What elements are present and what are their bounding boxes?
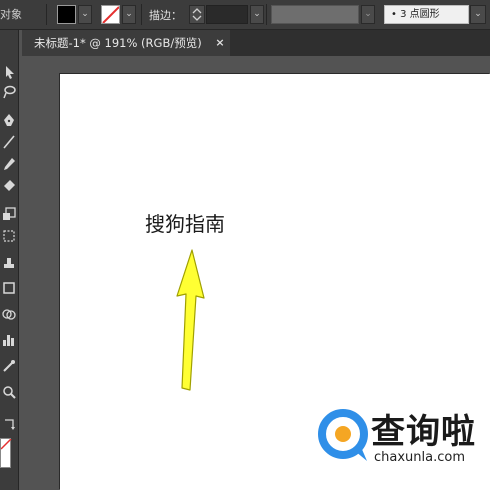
tools-panel	[0, 30, 19, 490]
divider	[46, 4, 47, 25]
variable-width-profile[interactable]	[271, 5, 359, 24]
object-label: 对象	[0, 8, 22, 21]
stroke-weight-stepper[interactable]	[189, 5, 205, 24]
symbol-sprayer-icon[interactable]	[1, 254, 17, 270]
chevron-down-icon: ⌄	[125, 9, 133, 19]
stroke-weight-input[interactable]	[206, 5, 248, 24]
stroke-weight-dropdown[interactable]: ⌄	[250, 5, 264, 24]
fill-stroke-swatch[interactable]	[0, 438, 12, 468]
direct-selection-icon[interactable]	[1, 64, 17, 80]
free-transform-icon[interactable]	[1, 228, 17, 244]
stroke-label[interactable]: 描边：	[149, 7, 182, 23]
artboard-text[interactable]: 搜狗指南	[145, 208, 225, 237]
stroke-color-swatch[interactable]	[101, 5, 120, 24]
chevron-down-icon: ⌄	[253, 9, 261, 19]
eraser-icon[interactable]	[1, 178, 17, 194]
scale-icon[interactable]	[1, 206, 17, 222]
watermark-brand: 查询啦	[371, 412, 476, 452]
brush-definition-dropdown[interactable]: ⌄	[470, 5, 486, 24]
variable-width-dropdown[interactable]: ⌄	[361, 5, 375, 24]
watermark-url: chaxunla.com	[374, 450, 465, 465]
rectangle-icon[interactable]	[1, 280, 17, 296]
yellow-arrow[interactable]	[168, 246, 218, 396]
chevron-down-icon: ⌄	[364, 9, 372, 19]
stroke-dropdown-button[interactable]: ⌄	[122, 5, 136, 24]
fill-dropdown-button[interactable]: ⌄	[78, 5, 92, 24]
none-slash-icon	[0, 438, 12, 450]
column-graph-icon[interactable]	[1, 332, 17, 348]
close-icon[interactable]: ×	[214, 30, 226, 56]
pen-icon[interactable]	[1, 112, 17, 128]
divider	[141, 4, 142, 25]
eyedropper-icon[interactable]	[1, 358, 17, 374]
divider	[266, 4, 267, 25]
chevron-down-icon: ⌄	[474, 9, 482, 19]
swap-colors-icon[interactable]	[1, 416, 17, 432]
shape-builder-icon[interactable]	[1, 306, 17, 322]
stepper-arrows-icon	[192, 8, 202, 21]
document-tab-title: 未标题-1* @ 191% (RGB/预览)	[34, 36, 202, 50]
control-bar: 对象 ⌄ ⌄ 描边： ⌄ ⌄ • 3 点圆形 ⌄	[0, 0, 490, 30]
lasso-icon[interactable]	[1, 84, 17, 100]
pencil-icon[interactable]	[1, 156, 17, 172]
document-tab[interactable]: 未标题-1* @ 191% (RGB/预览) ×	[22, 30, 230, 56]
document-tab-bar: 未标题-1* @ 191% (RGB/预览) ×	[22, 30, 490, 56]
line-icon[interactable]	[1, 134, 17, 150]
chevron-down-icon: ⌄	[81, 9, 89, 19]
zoom-icon[interactable]	[1, 384, 17, 400]
brush-definition-select[interactable]: • 3 点圆形	[384, 5, 469, 24]
none-slash-icon	[102, 6, 119, 23]
fill-color-swatch[interactable]	[57, 5, 76, 24]
